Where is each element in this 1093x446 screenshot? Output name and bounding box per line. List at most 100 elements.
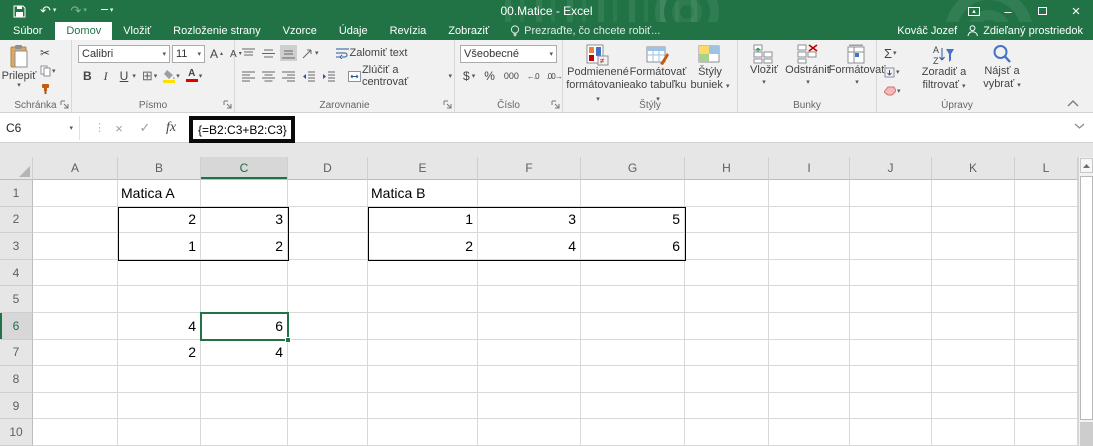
cell-I1[interactable] xyxy=(769,180,850,207)
cell-I4[interactable] xyxy=(769,259,850,287)
row-header-4[interactable]: 4 xyxy=(0,259,33,287)
cell-K10[interactable] xyxy=(932,419,1015,446)
tab-zobrazit[interactable]: Zobraziť xyxy=(437,22,500,40)
column-header-I[interactable]: I xyxy=(769,157,850,180)
cell-K9[interactable] xyxy=(932,392,1015,420)
cell-B10[interactable] xyxy=(118,419,201,446)
cell-I7[interactable] xyxy=(769,339,850,367)
cell-B8[interactable] xyxy=(118,366,201,393)
cell-D3[interactable] xyxy=(288,233,368,260)
column-header-B[interactable]: B xyxy=(118,157,201,180)
comma-style-icon[interactable]: 000 xyxy=(502,68,521,84)
column-header-D[interactable]: D xyxy=(288,157,368,180)
row-header-1[interactable]: 1 xyxy=(0,180,33,207)
cell-A9[interactable] xyxy=(33,392,118,420)
conditional-formatting-button[interactable]: ≠ Podmienené formátovanie ▾ xyxy=(566,40,630,106)
cell-I5[interactable] xyxy=(769,286,850,313)
redo-button[interactable]: ↷ ▾ xyxy=(65,0,91,22)
cell-E9[interactable] xyxy=(368,392,478,420)
cell-L7[interactable] xyxy=(1015,339,1078,367)
close-button[interactable]: × xyxy=(1059,0,1093,22)
undo-button[interactable]: ↶ ▾ xyxy=(35,0,61,22)
cell-H3[interactable] xyxy=(685,233,769,260)
increase-indent-icon[interactable] xyxy=(320,68,337,84)
row-header-8[interactable]: 8 xyxy=(0,366,33,393)
borders-button[interactable]: ⊞ ▾ xyxy=(140,68,159,84)
number-format-select[interactable]: Všeobecné ▾ xyxy=(460,45,557,63)
cell-F7[interactable] xyxy=(478,339,581,367)
cell-I3[interactable] xyxy=(769,233,850,260)
restore-button[interactable] xyxy=(1025,0,1059,22)
row-header-2[interactable]: 2 xyxy=(0,206,33,234)
cell-C1[interactable] xyxy=(201,180,288,207)
formula-bar-resize-handle[interactable]: ⋮ xyxy=(94,121,105,134)
cell-G6[interactable] xyxy=(581,312,685,340)
tab-rozlozenie-strany[interactable]: Rozloženie strany xyxy=(162,22,271,40)
delete-cells-button[interactable]: Odstrániť ▾ xyxy=(784,40,832,106)
cell-B4[interactable] xyxy=(118,259,201,287)
cell-L6[interactable] xyxy=(1015,312,1078,340)
align-center-icon[interactable] xyxy=(260,68,277,84)
format-as-table-button[interactable]: Formátovať ako tabuľku ▾ xyxy=(629,40,687,106)
cancel-entry-icon[interactable]: × xyxy=(108,118,130,138)
cell-K2[interactable] xyxy=(932,206,1015,234)
row-header-9[interactable]: 9 xyxy=(0,392,33,420)
align-bottom-icon[interactable] xyxy=(280,45,297,61)
cell-J3[interactable] xyxy=(850,233,932,260)
row-header-10[interactable]: 10 xyxy=(0,419,33,446)
cell-J5[interactable] xyxy=(850,286,932,313)
bold-button[interactable]: B xyxy=(78,68,97,84)
cell-E8[interactable] xyxy=(368,366,478,393)
cell-G5[interactable] xyxy=(581,286,685,313)
tab-udaje[interactable]: Údaje xyxy=(328,22,379,40)
column-header-C[interactable]: C xyxy=(201,157,288,180)
cell-D9[interactable] xyxy=(288,392,368,420)
align-middle-icon[interactable] xyxy=(260,45,277,61)
cell-F9[interactable] xyxy=(478,392,581,420)
cell-A1[interactable] xyxy=(33,180,118,207)
cell-G1[interactable] xyxy=(581,180,685,207)
alignment-dialog-launcher[interactable] xyxy=(443,100,453,110)
cell-J9[interactable] xyxy=(850,392,932,420)
number-dialog-launcher[interactable] xyxy=(551,100,561,110)
cell-H8[interactable] xyxy=(685,366,769,393)
cell-B9[interactable] xyxy=(118,392,201,420)
cell-E1[interactable]: Matica B xyxy=(368,180,478,207)
cell-G4[interactable] xyxy=(581,259,685,287)
increase-font-size-icon[interactable]: A ▴ xyxy=(207,46,225,62)
cell-C8[interactable] xyxy=(201,366,288,393)
select-all-corner[interactable] xyxy=(0,157,33,180)
cell-J7[interactable] xyxy=(850,339,932,367)
percent-style-icon[interactable]: % xyxy=(481,68,498,84)
cell-L8[interactable] xyxy=(1015,366,1078,393)
cell-C3[interactable]: 2 xyxy=(201,233,288,260)
cell-L1[interactable] xyxy=(1015,180,1078,207)
ribbon-display-options-icon[interactable]: ▴ xyxy=(957,0,991,22)
tab-subor[interactable]: Súbor xyxy=(0,22,55,40)
font-dialog-launcher[interactable] xyxy=(223,100,233,110)
cell-C5[interactable] xyxy=(201,286,288,313)
column-header-H[interactable]: H xyxy=(685,157,769,180)
cell-D1[interactable] xyxy=(288,180,368,207)
cell-K1[interactable] xyxy=(932,180,1015,207)
cell-A10[interactable] xyxy=(33,419,118,446)
cell-B1[interactable]: Matica A xyxy=(118,180,201,207)
cell-K8[interactable] xyxy=(932,366,1015,393)
cell-C7[interactable]: 4 xyxy=(201,339,288,367)
cell-K6[interactable] xyxy=(932,312,1015,340)
fill-down-icon[interactable]: ▾ xyxy=(882,64,903,80)
cell-G10[interactable] xyxy=(581,419,685,446)
cell-F6[interactable] xyxy=(478,312,581,340)
cell-G2[interactable]: 5 xyxy=(581,206,685,234)
cell-D10[interactable] xyxy=(288,419,368,446)
cell-H6[interactable] xyxy=(685,312,769,340)
cell-D4[interactable] xyxy=(288,259,368,287)
font-family-select[interactable]: Calibri ▾ xyxy=(78,45,170,63)
cell-B7[interactable]: 2 xyxy=(118,339,201,367)
autosum-icon[interactable]: Σ ▾ xyxy=(882,45,903,61)
tell-me-box[interactable]: Prezraďte, čo chcete robiť... xyxy=(500,22,670,40)
cell-A7[interactable] xyxy=(33,339,118,367)
cell-H7[interactable] xyxy=(685,339,769,367)
cell-F8[interactable] xyxy=(478,366,581,393)
account-name[interactable]: Kováč Jozef xyxy=(897,22,967,40)
